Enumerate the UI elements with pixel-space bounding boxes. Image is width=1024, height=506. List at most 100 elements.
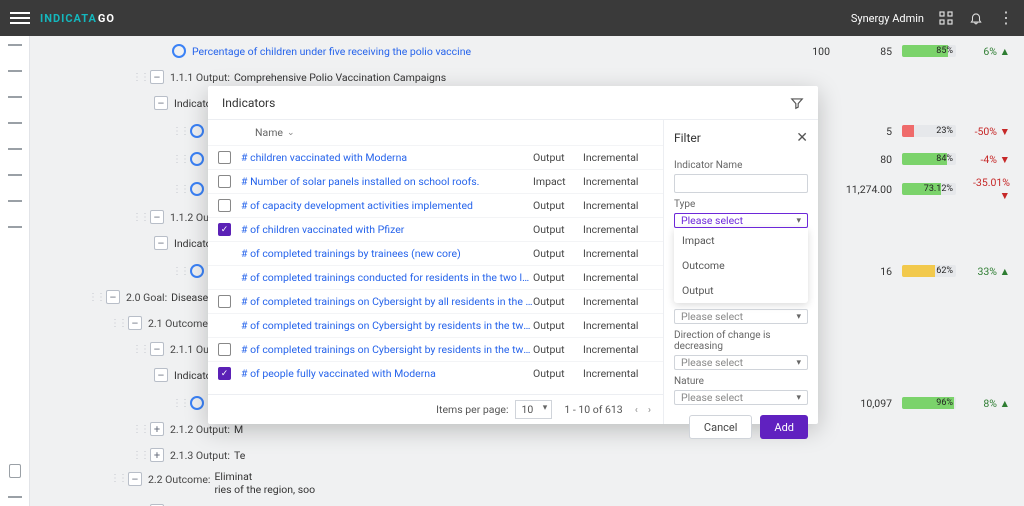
drag-handle-icon[interactable]: ⋮⋮ — [132, 344, 148, 355]
collapse-icon[interactable] — [154, 96, 168, 110]
brand-logo-text-2: GO — [98, 12, 115, 25]
indicator-name-link[interactable]: # Number of solar panels installed on sc… — [241, 175, 533, 188]
filter-title: Filter — [674, 131, 796, 145]
drag-handle-icon[interactable]: ⋮⋮ — [110, 473, 126, 484]
row-checkbox[interactable] — [218, 175, 231, 188]
indicator-row: # of completed trainings conducted for r… — [208, 265, 663, 289]
filter-type-label: Type — [674, 199, 808, 210]
node-title[interactable]: M — [234, 423, 243, 436]
indicator-nature: Incremental — [583, 199, 653, 212]
list-header: Name ⌄ — [208, 120, 663, 145]
drag-handle-icon[interactable]: ⋮⋮ — [132, 212, 148, 223]
metric-actual: 85 — [840, 45, 892, 58]
collapse-icon[interactable] — [128, 472, 142, 486]
bell-icon[interactable] — [968, 10, 984, 26]
row-checkbox[interactable] — [218, 199, 231, 212]
row-checkbox[interactable] — [218, 223, 231, 236]
row-checkbox[interactable] — [218, 343, 231, 356]
drag-handle-icon[interactable]: ⋮⋮ — [132, 450, 148, 461]
pager-prev-icon[interactable]: ‹ — [635, 403, 638, 416]
pager-size-select[interactable]: 10 — [515, 400, 553, 419]
indicator-name-link[interactable]: # of completed trainings by trainees (ne… — [241, 247, 533, 260]
rail-item[interactable] — [8, 200, 22, 202]
brand-logo: INDICATA GO — [40, 12, 115, 25]
filter-nature-select[interactable]: Please select — [674, 390, 808, 405]
tree-row-indicator: Percentage of children under five receiv… — [48, 40, 1018, 62]
column-header-name[interactable]: Name ⌄ — [255, 126, 295, 139]
indicator-name-link[interactable]: # of completed trainings on Cybersight b… — [241, 319, 533, 332]
rail-item[interactable] — [8, 44, 22, 46]
pager-next-icon[interactable]: › — [648, 403, 651, 416]
rail-item[interactable] — [8, 226, 22, 228]
metric-actual: 11,274.00 — [832, 183, 892, 196]
row-checkbox[interactable] — [218, 367, 231, 380]
drag-handle-icon[interactable]: ⋮⋮ — [88, 292, 104, 303]
node-prefix: 2.1.2 Output: — [170, 423, 230, 436]
rail-item[interactable] — [8, 70, 22, 72]
cancel-button[interactable]: Cancel — [689, 415, 752, 439]
drag-handle-icon[interactable]: ⋮⋮ — [172, 184, 188, 195]
filter-icon[interactable] — [790, 96, 804, 110]
row-checkbox[interactable] — [218, 151, 231, 164]
indicator-row: # of capacity development activities imp… — [208, 193, 663, 217]
filter-type-option[interactable]: Output — [674, 278, 808, 303]
node-prefix: 1.1.1 Output: — [170, 71, 230, 84]
rail-item[interactable] — [8, 148, 22, 150]
indicator-name-link[interactable]: # of completed trainings on Cybersight b… — [241, 343, 533, 356]
collapse-icon[interactable] — [150, 210, 164, 224]
indicator-name-link[interactable]: # children vaccinated with Moderna — [241, 151, 533, 164]
collapse-icon[interactable] — [128, 316, 142, 330]
row-checkbox[interactable] — [218, 295, 231, 308]
apps-icon[interactable] — [938, 10, 954, 26]
rail-item[interactable] — [8, 496, 22, 498]
trend-pct: -50% ▼ — [966, 125, 1010, 138]
collapse-icon[interactable] — [150, 342, 164, 356]
rail-item[interactable] — [8, 96, 22, 98]
menu-toggle-icon[interactable] — [10, 12, 30, 24]
indicator-icon — [190, 396, 204, 410]
drag-handle-icon[interactable]: ⋮⋮ — [110, 318, 126, 329]
close-icon[interactable]: ✕ — [796, 130, 808, 146]
node-title[interactable]: Comprehensive Polio Vaccination Campaign… — [234, 71, 446, 84]
indicator-name-link[interactable]: # of completed trainings on Cybersight b… — [241, 295, 533, 308]
drag-handle-icon[interactable]: ⋮⋮ — [132, 424, 148, 435]
indicators-dialog: Indicators Name ⌄ # children vaccinated … — [208, 86, 818, 424]
filter-type-option[interactable]: Outcome — [674, 253, 808, 278]
rail-item-doc-icon[interactable] — [9, 464, 21, 478]
rail-item[interactable] — [8, 122, 22, 124]
filter-type-option[interactable]: Impact — [674, 228, 808, 253]
drag-handle-icon[interactable]: ⋮⋮ — [172, 266, 188, 277]
indicator-type: Output — [533, 295, 583, 308]
expand-icon[interactable] — [150, 422, 164, 436]
indicator-link[interactable]: Percentage of children under five receiv… — [192, 45, 471, 58]
indicator-type: Output — [533, 151, 583, 164]
filter-type-select[interactable]: Please select — [674, 213, 808, 228]
indicator-nature: Incremental — [583, 175, 653, 188]
filter-name-input[interactable] — [674, 174, 808, 193]
indicator-name-link[interactable]: # of completed trainings conducted for r… — [241, 271, 533, 284]
drag-handle-icon[interactable]: ⋮⋮ — [132, 72, 148, 83]
drag-handle-icon[interactable]: ⋮⋮ — [172, 398, 188, 409]
metric-actual: 16 — [840, 265, 892, 278]
rail-item[interactable] — [8, 174, 22, 176]
dialog-header: Indicators — [208, 86, 818, 120]
drag-handle-icon[interactable]: ⋮⋮ — [172, 154, 188, 165]
filter-panel: Filter ✕ Indicator Name Type Please sele… — [663, 120, 818, 424]
dialog-title: Indicators — [222, 96, 275, 110]
collapse-icon[interactable] — [154, 236, 168, 250]
more-icon[interactable]: ⋮ — [998, 10, 1014, 26]
filter-direction-select[interactable]: Please select — [674, 355, 808, 370]
expand-icon[interactable] — [150, 448, 164, 462]
add-button[interactable]: Add — [760, 415, 808, 439]
indicator-name-link[interactable]: # of capacity development activities imp… — [241, 199, 533, 212]
filter-generic-select-1[interactable]: Please select — [674, 309, 808, 324]
node-title[interactable]: Eliminat ries of the region, soo — [214, 470, 315, 496]
collapse-icon[interactable] — [106, 290, 120, 304]
collapse-icon[interactable] — [154, 368, 168, 382]
node-title[interactable]: Te — [234, 449, 245, 462]
indicator-name-link[interactable]: # of children vaccinated with Pfizer — [241, 223, 533, 236]
header-user[interactable]: Synergy Admin — [851, 12, 924, 25]
indicator-name-link[interactable]: # of people fully vaccinated with Modern… — [241, 367, 533, 380]
collapse-icon[interactable] — [150, 70, 164, 84]
drag-handle-icon[interactable]: ⋮⋮ — [172, 126, 188, 137]
